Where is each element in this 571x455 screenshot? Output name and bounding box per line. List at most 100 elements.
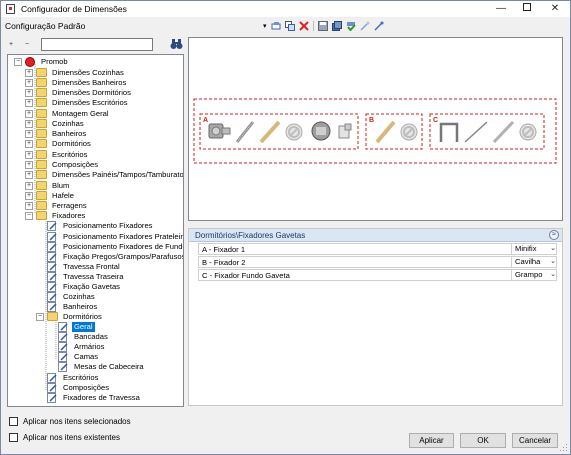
duplicate-config-icon[interactable]: [284, 21, 295, 31]
expand-toggle-icon[interactable]: +: [25, 192, 33, 200]
properties-panel: Dormitórios\Fixadores Gavetas ≈ A - Fixa…: [188, 228, 563, 406]
tree-item-label: Travessa Traseira: [63, 272, 124, 281]
folder-icon: [36, 119, 47, 128]
dropdown-arrow-icon[interactable]: ⌄: [550, 270, 556, 278]
expand-toggle-icon[interactable]: +: [25, 89, 33, 97]
maximize-icon: [523, 3, 531, 11]
category-tree[interactable]: − Promob + Dimensões Cozinhas + Dimensões …: [7, 54, 184, 407]
expand-toggle-icon[interactable]: +: [25, 99, 33, 107]
checkbox-box[interactable]: [9, 417, 18, 426]
pencil-document-icon: [47, 393, 58, 403]
tree-item-label: Cozinhas: [52, 119, 84, 128]
folder-icon: [36, 109, 47, 118]
binoculars-search-icon[interactable]: [170, 38, 183, 50]
expand-toggle-icon[interactable]: +: [25, 110, 33, 118]
tree-item-label: Promob: [41, 57, 68, 66]
configurador-window: Configurador de Dimensões — ✕ Configuraç…: [0, 0, 571, 455]
collapse-toggle-icon[interactable]: −: [36, 313, 44, 321]
dowel-icon: [259, 120, 281, 144]
tree-item-label: Dimensões Escritórios: [52, 98, 128, 107]
tree-item-label: Montagem Geral: [52, 109, 109, 118]
save-all-icon[interactable]: [331, 21, 342, 31]
property-value: Minifix: [515, 244, 537, 253]
expand-toggle-icon[interactable]: +: [25, 130, 33, 138]
tree-item-label: Fixadores: [52, 211, 86, 220]
pencil-document-icon: [47, 221, 58, 231]
close-button[interactable]: ✕: [541, 1, 569, 17]
expand-toggle-icon[interactable]: +: [25, 140, 33, 148]
dropdown-arrow-icon[interactable]: ⌄: [550, 257, 556, 265]
property-value-select[interactable]: Cavilha ⌄: [511, 256, 558, 268]
property-value: Cavilha: [515, 257, 541, 266]
cancel-button[interactable]: Cancelar: [512, 433, 558, 448]
dowel-icon: [375, 120, 396, 144]
collapse-toggle-icon[interactable]: −: [14, 58, 22, 66]
collapse-all-icon[interactable]: −: [25, 39, 35, 50]
expand-toggle-icon[interactable]: +: [25, 171, 33, 179]
pencil-document-icon: [58, 362, 69, 372]
checkbox-label: Aplicar nos itens selecionados: [23, 417, 131, 426]
apply-config-icon[interactable]: [346, 21, 356, 32]
property-value-select[interactable]: Grampo ⌄: [511, 269, 558, 281]
tree-item-label: Banheiros: [52, 129, 87, 138]
folder-icon: [36, 78, 47, 87]
apply-button[interactable]: Aplicar: [409, 433, 454, 448]
new-config-icon[interactable]: [271, 21, 281, 31]
tree-item-label: Geral: [72, 322, 95, 332]
save-icon[interactable]: [317, 21, 328, 31]
tree-item-label: Camas: [74, 352, 99, 361]
folder-icon: [36, 68, 47, 77]
group-b-label: B: [369, 117, 374, 124]
tree-item-label: Dimensões Banheiros: [52, 78, 127, 87]
tree-item-label: Composições: [52, 160, 99, 169]
delete-config-icon[interactable]: [298, 21, 309, 31]
toolbar-separator: [312, 21, 314, 31]
folder-icon: [36, 170, 47, 179]
expand-all-icon[interactable]: +: [9, 39, 19, 50]
expand-toggle-icon[interactable]: +: [25, 202, 33, 210]
expand-toggle-icon[interactable]: +: [25, 120, 33, 128]
tree-item-label: Posicionamento Fixadores: [63, 221, 153, 230]
main-toolbar: ▾: [263, 19, 384, 33]
tree-item-label: Cozinhas: [63, 292, 95, 301]
pencil-document-icon: [47, 383, 58, 393]
config-dropdown-arrow[interactable]: ▾: [263, 22, 267, 30]
tree-item-label: Escritórios: [63, 373, 99, 382]
dropdown-arrow-icon[interactable]: ⌄: [550, 244, 556, 252]
expand-toggle-icon[interactable]: +: [25, 151, 33, 159]
pencil-document-icon: [47, 282, 58, 292]
property-row-fixador-2: B - Fixador 2 Cavilha ⌄: [198, 256, 557, 268]
export-icon[interactable]: [359, 21, 370, 31]
import-icon[interactable]: [373, 21, 384, 31]
folder-icon: [36, 191, 47, 200]
pencil-document-icon: [47, 262, 58, 272]
fixture-preview-drawing: A B C: [193, 98, 557, 164]
maximize-button[interactable]: [513, 1, 541, 17]
folder-icon: [36, 160, 47, 169]
resize-grip-icon[interactable]: [560, 444, 568, 452]
pencil-document-icon: [58, 342, 69, 352]
property-name: C - Fixador Fundo Gaveta: [202, 271, 290, 280]
tree-item-label: Dimensões Cozinhas: [52, 68, 124, 77]
tree-search-input[interactable]: [41, 38, 153, 51]
checkbox-box[interactable]: [9, 433, 18, 442]
expand-toggle-icon[interactable]: +: [25, 182, 33, 190]
collapse-section-icon[interactable]: ≈: [549, 230, 559, 240]
property-row-fixador-1: A - Fixador 1 Minifix ⌄: [198, 243, 557, 255]
expand-toggle-icon[interactable]: +: [25, 161, 33, 169]
collapse-toggle-icon[interactable]: −: [25, 212, 33, 220]
ok-button[interactable]: OK: [460, 433, 506, 448]
tree-item-label: Hafele: [52, 191, 74, 200]
expand-toggle-icon[interactable]: +: [25, 69, 33, 77]
tree-item-label: Fixação Pregos/Grampos/Parafusos: [63, 252, 184, 261]
tree-item-label: Posicionamento Fixadores de Fundo: [63, 242, 184, 251]
pencil-document-icon: [47, 232, 58, 242]
folder-icon: [36, 201, 47, 210]
folder-icon: [36, 139, 47, 148]
tree-item-label: Dormitórios: [63, 312, 102, 321]
expand-toggle-icon[interactable]: +: [25, 79, 33, 87]
folder-icon: [36, 88, 47, 97]
minimize-button[interactable]: —: [487, 1, 515, 17]
property-value-select[interactable]: Minifix ⌄: [511, 243, 558, 255]
cam-lock-icon: [311, 121, 331, 141]
